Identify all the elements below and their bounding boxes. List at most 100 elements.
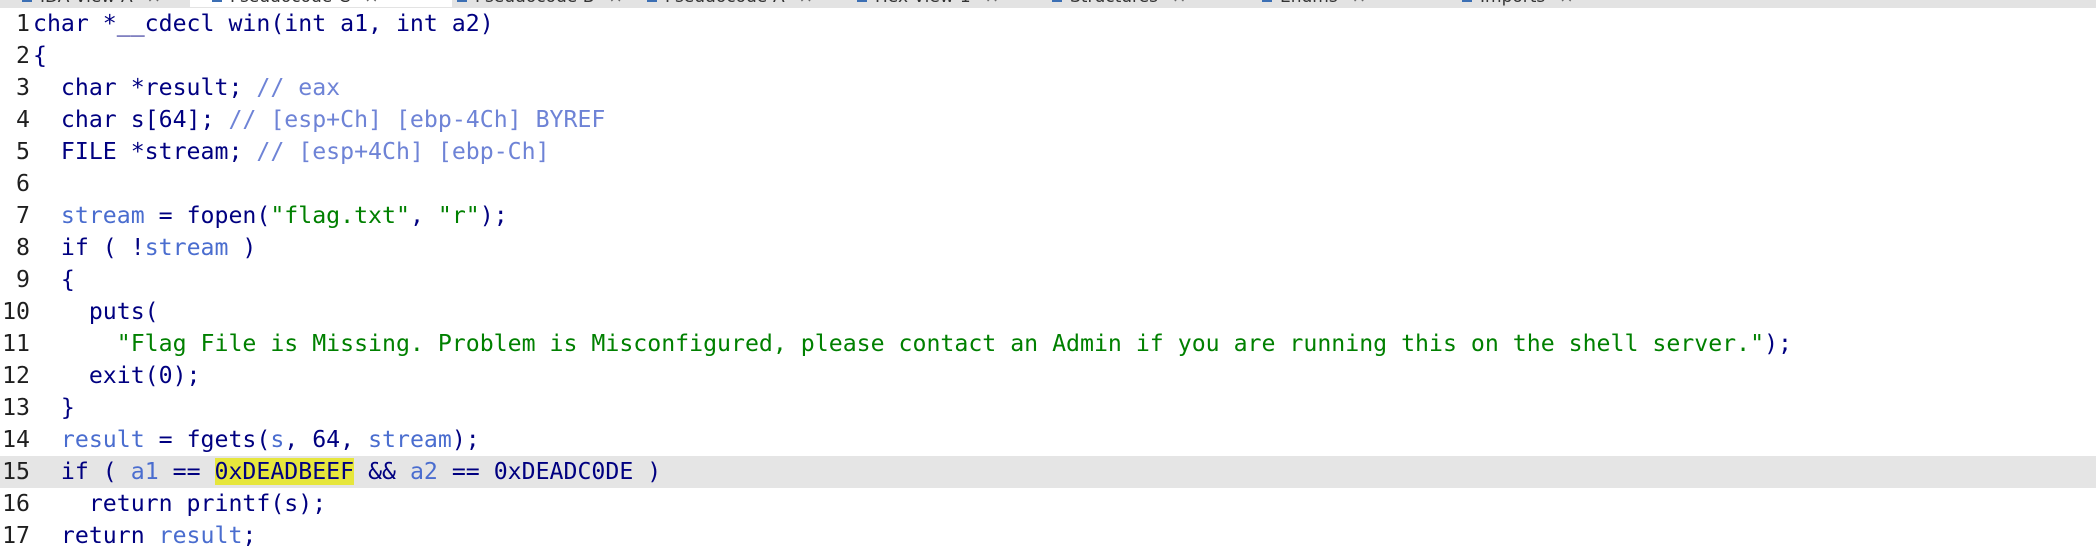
close-icon[interactable]: × bbox=[364, 0, 378, 7]
highlighted-token[interactable]: 0xDEADBEEF bbox=[214, 458, 355, 485]
code-token[interactable]: return printf(s); bbox=[33, 490, 326, 517]
code-line[interactable]: 16 return printf(s); bbox=[0, 488, 2096, 520]
code-text[interactable]: char *result; // eax bbox=[33, 72, 340, 104]
code-token[interactable]: char s[64]; bbox=[33, 106, 228, 133]
code-line[interactable]: 12 exit(0); bbox=[0, 360, 2096, 392]
code-text[interactable]: if ( !stream ) bbox=[33, 232, 256, 264]
code-line[interactable]: 7 stream = fopen("flag.txt", "r"); bbox=[0, 200, 2096, 232]
code-comment[interactable]: // eax bbox=[256, 74, 340, 101]
tab-pseudocode-c[interactable]: Pseudocode-C × bbox=[190, 0, 452, 7]
code-text[interactable]: { bbox=[33, 40, 47, 72]
code-token[interactable]: , 64, bbox=[284, 426, 368, 453]
close-icon[interactable]: × bbox=[799, 0, 813, 7]
variable-token[interactable]: stream bbox=[61, 202, 145, 229]
code-text[interactable]: FILE *stream; // [esp+4Ch] [ebp-Ch] bbox=[33, 136, 550, 168]
code-token[interactable]: ); bbox=[452, 426, 480, 453]
code-line[interactable]: 14 result = fgets(s, 64, stream); bbox=[0, 424, 2096, 456]
code-text[interactable]: stream = fopen("flag.txt", "r"); bbox=[33, 200, 508, 232]
code-token[interactable]: && bbox=[354, 458, 410, 485]
variable-token[interactable]: a2 bbox=[410, 458, 438, 485]
code-token[interactable] bbox=[33, 330, 117, 357]
code-token[interactable]: ; bbox=[242, 522, 256, 549]
string-literal[interactable]: "Flag File is Missing. Problem is Miscon… bbox=[117, 330, 1764, 357]
code-token[interactable]: ) bbox=[228, 234, 256, 261]
tab-ida-view-a[interactable]: IDA View-A × bbox=[0, 0, 207, 7]
variable-token[interactable]: result bbox=[61, 426, 145, 453]
code-text[interactable]: if ( a1 == 0xDEADBEEF && a2 == 0xDEADC0D… bbox=[33, 456, 661, 488]
code-token[interactable]: { bbox=[33, 266, 75, 293]
code-token[interactable]: ); bbox=[1764, 330, 1792, 357]
tab-structures[interactable]: Structures × bbox=[1030, 0, 1257, 7]
line-number: 10 bbox=[2, 298, 30, 325]
code-token[interactable]: char *__cdecl win(int a1, int a2) bbox=[33, 10, 494, 37]
code-text[interactable]: char *__cdecl win(int a1, int a2) bbox=[33, 8, 494, 40]
code-comment[interactable]: // [esp+Ch] [ebp-4Ch] BYREF bbox=[228, 106, 605, 133]
code-text[interactable]: return result; bbox=[33, 520, 256, 552]
tab-pseudocode-a[interactable]: Pseudocode-A × bbox=[625, 0, 852, 7]
code-token[interactable]: , bbox=[410, 202, 438, 229]
variable-token[interactable]: a1 bbox=[131, 458, 159, 485]
tab-label: Imports bbox=[1480, 0, 1545, 7]
code-token[interactable]: { bbox=[33, 42, 47, 69]
code-line[interactable]: 8 if ( !stream ) bbox=[0, 232, 2096, 264]
code-line[interactable]: 9 { bbox=[0, 264, 2096, 296]
code-token[interactable]: if ( ! bbox=[33, 234, 145, 261]
close-icon[interactable]: × bbox=[608, 0, 622, 7]
code-token[interactable] bbox=[33, 426, 61, 453]
code-line[interactable]: 6 bbox=[0, 168, 2096, 200]
code-text[interactable]: exit(0); bbox=[33, 360, 201, 392]
code-token[interactable]: if ( bbox=[33, 458, 131, 485]
code-line[interactable]: 11 "Flag File is Missing. Problem is Mis… bbox=[0, 328, 2096, 360]
tab-view-icon bbox=[1462, 0, 1472, 2]
code-line[interactable]: 4 char s[64]; // [esp+Ch] [ebp-4Ch] BYRE… bbox=[0, 104, 2096, 136]
code-token[interactable]: } bbox=[33, 394, 75, 421]
code-text[interactable]: return printf(s); bbox=[33, 488, 326, 520]
string-literal[interactable]: "flag.txt" bbox=[270, 202, 410, 229]
code-line[interactable]: 2{ bbox=[0, 40, 2096, 72]
code-token[interactable]: = fopen( bbox=[145, 202, 271, 229]
code-token[interactable]: ); bbox=[480, 202, 508, 229]
tab-enums[interactable]: Enums × bbox=[1240, 0, 1457, 7]
code-line[interactable]: 3 char *result; // eax bbox=[0, 72, 2096, 104]
tab-label: Pseudocode-A bbox=[665, 0, 785, 7]
code-text[interactable]: char s[64]; // [esp+Ch] [ebp-4Ch] BYREF bbox=[33, 104, 605, 136]
code-text[interactable]: result = fgets(s, 64, stream); bbox=[33, 424, 480, 456]
code-text[interactable]: { bbox=[33, 264, 75, 296]
string-literal[interactable]: "r" bbox=[438, 202, 480, 229]
close-icon[interactable]: × bbox=[1352, 0, 1366, 7]
pseudocode-editor[interactable]: 1 char *__cdecl win(int a1, int a2) 2{3 ch… bbox=[0, 8, 2096, 558]
code-line-current[interactable]: 15 if ( a1 == 0xDEADBEEF && a2 == 0xDEAD… bbox=[0, 456, 2096, 488]
line-number: 4 bbox=[16, 106, 30, 133]
code-line[interactable]: 17 return result; bbox=[0, 520, 2096, 552]
code-token[interactable]: char *result; bbox=[33, 74, 256, 101]
line-number: 17 bbox=[2, 522, 30, 549]
code-text[interactable]: puts( bbox=[33, 296, 159, 328]
code-token[interactable]: exit(0); bbox=[33, 362, 201, 389]
tab-pseudocode-b[interactable]: Pseudocode-B × bbox=[435, 0, 642, 7]
code-text[interactable]: "Flag File is Missing. Problem is Miscon… bbox=[33, 328, 1792, 360]
code-token[interactable]: = fgets( bbox=[145, 426, 271, 453]
tab-view-icon bbox=[457, 0, 467, 2]
code-line[interactable]: 1 char *__cdecl win(int a1, int a2) bbox=[0, 8, 2096, 40]
close-icon[interactable]: × bbox=[1172, 0, 1186, 7]
code-token[interactable]: puts( bbox=[33, 298, 159, 325]
code-line[interactable]: 13 } bbox=[0, 392, 2096, 424]
code-token[interactable]: FILE *stream; bbox=[33, 138, 256, 165]
close-icon[interactable]: × bbox=[985, 0, 999, 7]
code-token[interactable]: return bbox=[33, 522, 159, 549]
tab-hex-view-1[interactable]: Hex View-1 × bbox=[835, 0, 1047, 7]
variable-token[interactable]: s bbox=[270, 426, 284, 453]
code-line[interactable]: 5 FILE *stream; // [esp+4Ch] [ebp-Ch] bbox=[0, 136, 2096, 168]
close-icon[interactable]: × bbox=[147, 0, 161, 7]
variable-token[interactable]: result bbox=[159, 522, 243, 549]
variable-token[interactable]: stream bbox=[368, 426, 452, 453]
code-token[interactable]: == bbox=[159, 458, 215, 485]
code-token[interactable] bbox=[33, 202, 61, 229]
code-comment[interactable]: // [esp+4Ch] [ebp-Ch] bbox=[256, 138, 549, 165]
close-icon[interactable]: × bbox=[1559, 0, 1573, 7]
variable-token[interactable]: stream bbox=[145, 234, 229, 261]
code-token[interactable]: == 0xDEADC0DE ) bbox=[438, 458, 661, 485]
code-text[interactable]: } bbox=[33, 392, 75, 424]
tab-imports[interactable]: Imports × bbox=[1440, 0, 1662, 7]
code-line[interactable]: 10 puts( bbox=[0, 296, 2096, 328]
